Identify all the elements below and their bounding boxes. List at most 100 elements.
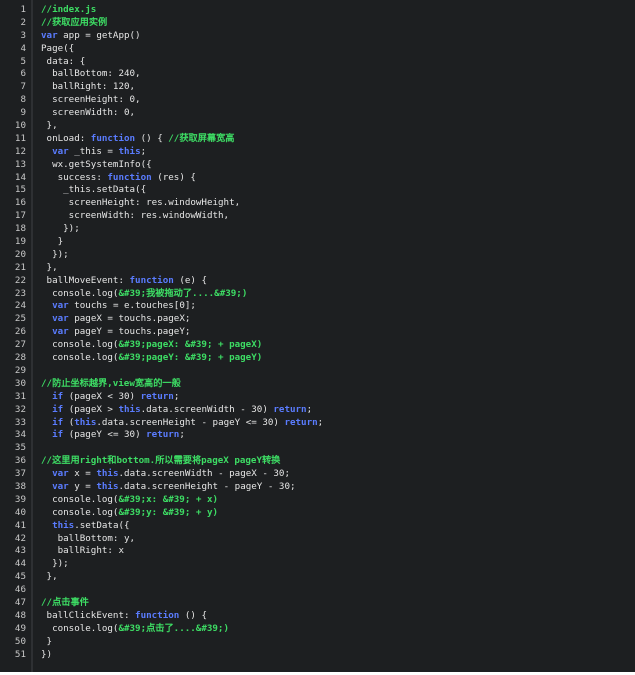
code-line[interactable]: 13 wx.getSystemInfo({ [0, 159, 635, 172]
line-source: console.log(&#39;pageY: &#39; + pageY) [41, 352, 262, 365]
code-editor[interactable]: 1//index.js 2//获取应用实例 3 var app = getApp() 4… [0, 0, 635, 672]
code-line[interactable]: 37 var x = this.data.screenWidth - pageX… [0, 468, 635, 481]
line-source: var touchs = e.touches[0]; [41, 300, 196, 313]
code-line[interactable]: 36 //这里用right和bottom.所以需要将pageX pageY转换 [0, 455, 635, 468]
code-line[interactable]: 31 if (pageX < 30) return; [0, 391, 635, 404]
line-source: if (this.data.screenHeight - pageY <= 30… [41, 417, 323, 430]
code-line[interactable]: 14 success: function (res) { [0, 172, 635, 185]
code-line[interactable]: 42 ballBottom: y, [0, 533, 635, 546]
line-number: 12 [14, 145, 26, 157]
line-source: console.log(&#39;点击了....&#39;) [41, 623, 229, 636]
code-line[interactable]: 41 this.setData({ [0, 520, 635, 533]
line-source: screenWidth: 0, [41, 107, 135, 120]
code-line[interactable]: 44 }); [0, 558, 635, 571]
code-line[interactable]: 30 //防止坐标越界,view宽高的一般 [0, 378, 635, 391]
code-line[interactable]: 27 console.log(&#39;pageX: &#39; + pageX… [0, 339, 635, 352]
code-token-kw: var [52, 313, 69, 325]
code-line[interactable]: 1 //index.js [0, 4, 635, 17]
code-token-plain: .data.screenWidth - pageX - 30; [118, 468, 290, 480]
code-line[interactable]: 23 console.log(&#39;我被拖动了....&#39;) [0, 288, 635, 301]
line-number: 11 [14, 132, 26, 144]
code-line[interactable]: 15 _this.setData({ [0, 184, 635, 197]
code-line[interactable]: 39 console.log(&#39;x: &#39; + x) [0, 494, 635, 507]
line-number: 28 [14, 352, 26, 364]
code-line[interactable]: 2 //获取应用实例 [0, 17, 635, 30]
code-token-kw: var [52, 300, 69, 312]
code-line[interactable]: 48 ballClickEvent: function () { [0, 610, 635, 623]
code-line[interactable]: 33 if (this.data.screenHeight - pageY <=… [0, 417, 635, 430]
line-source: ballMoveEvent: function (e) { [41, 275, 207, 288]
line-number: 33 [14, 416, 26, 428]
code-line[interactable]: 50 } [0, 636, 635, 649]
code-token-plain: }); [41, 223, 80, 235]
line-number: 40 [14, 506, 26, 518]
code-token-plain: pageX = touchs.pageX; [68, 313, 191, 325]
code-token-plain: ; [140, 145, 147, 157]
code-line[interactable]: 3 var app = getApp() [0, 30, 635, 43]
code-line[interactable]: 18 }); [0, 223, 635, 236]
code-line[interactable]: 21 }, [0, 262, 635, 275]
code-line[interactable]: 17 screenWidth: res.windowWidth, [0, 210, 635, 223]
code-line[interactable]: 7 ballRight: 120, [0, 81, 635, 94]
code-line[interactable]: 22 ballMoveEvent: function (e) { [0, 275, 635, 288]
line-number: 7 [20, 81, 26, 93]
line-number: 20 [14, 248, 26, 260]
code-token-plain: y = [68, 480, 97, 492]
code-token-plain: onLoad: [41, 132, 91, 144]
code-line[interactable]: 49 console.log(&#39;点击了....&#39;) [0, 623, 635, 636]
code-line[interactable]: 12 var _this = this; [0, 146, 635, 159]
code-line[interactable]: 38 var y = this.data.screenHeight - page… [0, 481, 635, 494]
code-line[interactable]: 47 //点击事件 [0, 597, 635, 610]
code-line[interactable]: 45 }, [0, 571, 635, 584]
code-line[interactable]: 43 ballRight: x [0, 545, 635, 558]
line-source: if (pageX > this.data.screenWidth - 30) … [41, 404, 312, 417]
code-token-plain: screenHeight: res.windowHeight, [41, 197, 241, 209]
code-token-plain: screenWidth: 0, [41, 107, 136, 119]
code-line[interactable]: 20 }); [0, 249, 635, 262]
code-line[interactable]: 11 onLoad: function () { //获取屏幕宽高 [0, 133, 635, 146]
line-number: 47 [14, 596, 26, 608]
code-line[interactable]: 9 screenWidth: 0, [0, 107, 635, 120]
code-line[interactable]: 24 var touchs = e.touches[0]; [0, 300, 635, 313]
code-token-plain: console.log( [41, 339, 119, 351]
code-token-plain: ( [63, 416, 75, 428]
line-number: 21 [14, 261, 26, 273]
code-token-plain: .data.screenHeight - pageY <= 30) [96, 416, 285, 428]
code-line[interactable]: 29 [0, 365, 635, 378]
code-line[interactable]: 32 if (pageX > this.data.screenWidth - 3… [0, 404, 635, 417]
line-number: 9 [20, 107, 26, 119]
code-line[interactable]: 6 ballBottom: 240, [0, 68, 635, 81]
code-line[interactable]: 34 if (pageY <= 30) return; [0, 429, 635, 442]
code-token-plain: x = [68, 468, 97, 480]
code-line[interactable]: 35 [0, 442, 635, 455]
line-source: var _this = this; [41, 146, 146, 159]
code-line[interactable]: 8 screenHeight: 0, [0, 94, 635, 107]
code-line[interactable]: 10 }, [0, 120, 635, 133]
code-token-kw: this [118, 145, 141, 157]
code-line[interactable]: 4 Page({ [0, 43, 635, 56]
code-line[interactable]: 5 data: { [0, 56, 635, 69]
code-line[interactable]: 26 var pageY = touchs.pageY; [0, 326, 635, 339]
line-number: 27 [14, 339, 26, 351]
code-token-kw: var [52, 326, 69, 338]
code-token-kw: this [118, 403, 141, 415]
code-token-str: &#39;我被拖动了....&#39;) [118, 287, 248, 299]
code-line[interactable]: 28 console.log(&#39;pageY: &#39; + pageY… [0, 352, 635, 365]
line-number: 30 [14, 377, 26, 389]
code-area[interactable]: 1//index.js 2//获取应用实例 3 var app = getApp() 4… [0, 4, 635, 661]
code-token-str: &#39;x: &#39; + x) [118, 493, 219, 505]
line-number: 23 [14, 287, 26, 299]
line-source: var pageX = touchs.pageX; [41, 313, 190, 326]
code-line[interactable]: 40 console.log(&#39;y: &#39; + y) [0, 507, 635, 520]
code-token-plain: ballBottom: y, [41, 532, 136, 544]
code-line[interactable]: 16 screenHeight: res.windowHeight, [0, 197, 635, 210]
code-token-plain: wx.getSystemInfo({ [41, 158, 152, 170]
code-line[interactable]: 19 } [0, 236, 635, 249]
code-line[interactable]: 51}) [0, 649, 635, 662]
code-token-plain: (pageX < 30) [63, 390, 141, 402]
line-number: 38 [14, 480, 26, 492]
code-line[interactable]: 25 var pageX = touchs.pageX; [0, 313, 635, 326]
code-line[interactable]: 46 [0, 584, 635, 597]
